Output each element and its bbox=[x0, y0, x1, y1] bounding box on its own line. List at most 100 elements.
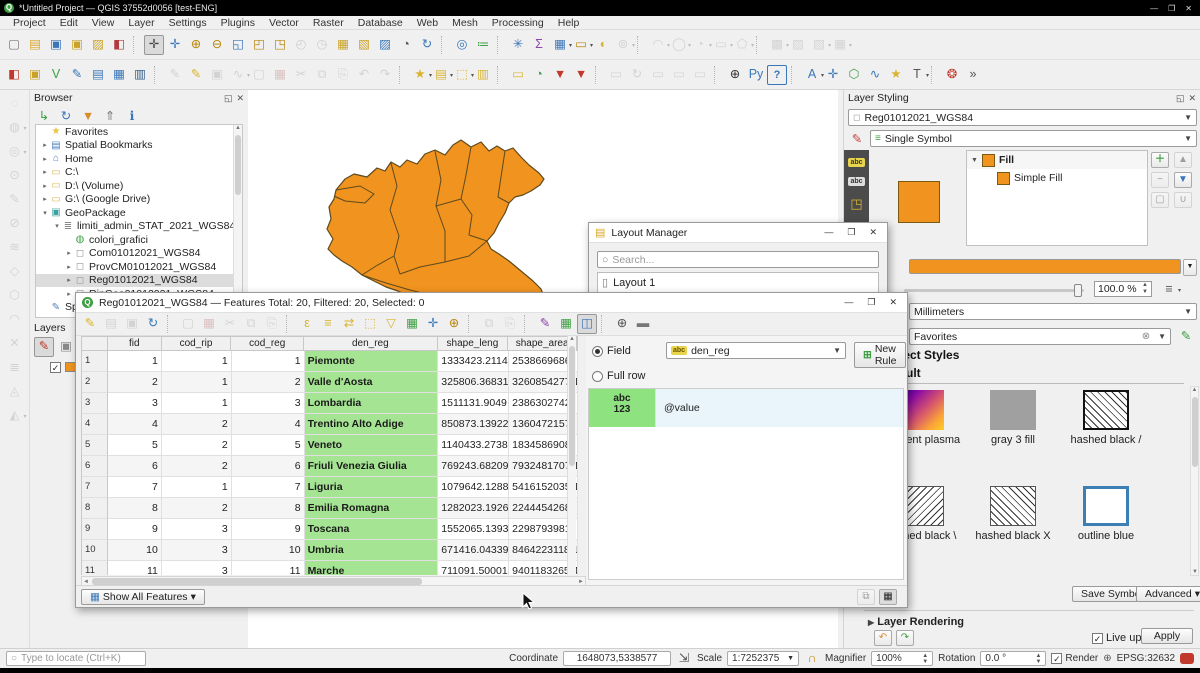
cell-shape_leng[interactable]: 1140433.27385 bbox=[438, 435, 509, 456]
cell-shape_leng[interactable]: 711091.500015 bbox=[438, 561, 509, 575]
pin-labels-icon[interactable]: ▼ bbox=[550, 65, 570, 85]
style-item-outline-blue[interactable]: outline blue bbox=[1060, 486, 1152, 542]
cell-shape_leng[interactable]: 1333423.21141 bbox=[438, 351, 509, 372]
lock-scale-icon[interactable]: ∩ bbox=[804, 651, 820, 667]
row-number[interactable]: 3 bbox=[82, 393, 108, 414]
coordinate-box[interactable]: 1648073,5338577 bbox=[563, 651, 671, 666]
panel-close-icon[interactable]: ✕ bbox=[1188, 93, 1196, 104]
show-statistics-icon[interactable]: Σ bbox=[529, 35, 549, 55]
browser-item-c-[interactable]: ▸▭C:\ bbox=[36, 166, 242, 180]
cell-cod_rip[interactable]: 3 bbox=[162, 519, 232, 540]
zoom-to-layer-icon[interactable]: ◳ bbox=[270, 35, 290, 55]
row-number[interactable]: 9 bbox=[82, 519, 108, 540]
remove-symbol-layer-button[interactable]: − bbox=[1151, 172, 1169, 188]
cell-cod_reg[interactable]: 5 bbox=[232, 435, 305, 456]
attr-actions-icon[interactable]: ⊕ bbox=[612, 314, 632, 334]
field-calculator-icon[interactable]: ✎ bbox=[535, 314, 555, 334]
table-row[interactable]: 1111Piemonte1333423.2114125386696869 bbox=[82, 351, 578, 372]
extents-icon[interactable]: ⇲ bbox=[676, 651, 692, 667]
cell-cod_reg[interactable]: 4 bbox=[232, 414, 305, 435]
menu-edit[interactable]: Edit bbox=[53, 17, 85, 29]
cell-den_reg[interactable]: Friuli Venezia Giulia bbox=[305, 456, 439, 477]
zoom-to-selected-icon[interactable]: ⊕ bbox=[444, 314, 464, 334]
table-row[interactable]: 3313Lombardia1511131.904923863027424 bbox=[82, 393, 578, 414]
new-virtual-layer-icon[interactable]: ▦ bbox=[109, 65, 129, 85]
select-by-value-icon[interactable]: ▤▾ bbox=[431, 65, 451, 85]
new-print-layout-icon[interactable]: ▨ bbox=[88, 35, 108, 55]
field-combo[interactable]: abc den_reg ▼ bbox=[666, 342, 846, 359]
new-spatial-bookmark-icon[interactable]: ▦ bbox=[333, 35, 353, 55]
minimize-icon[interactable]: — bbox=[844, 297, 853, 308]
layer-diagram-icon[interactable]: ◔ bbox=[529, 65, 549, 85]
cell-cod_rip[interactable]: 3 bbox=[162, 540, 232, 561]
row-number[interactable]: 4 bbox=[82, 414, 108, 435]
browser-item-colori-grafici[interactable]: ◍colori_grafici bbox=[36, 233, 242, 247]
attr-toggle-editing-icon[interactable]: ✎ bbox=[80, 314, 100, 334]
table-row[interactable]: 4424Trentino Alto Adige850873.1392291360… bbox=[82, 414, 578, 435]
menu-view[interactable]: View bbox=[85, 17, 122, 29]
browser-item-limiti-admin-stat-2021-wgs84-gpkg[interactable]: ▾≣limiti_admin_STAT_2021_WGS84.gpkg bbox=[36, 220, 242, 234]
lock-colors-button[interactable]: ∪ bbox=[1174, 192, 1192, 208]
magnifier-spinbox[interactable]: 100%▲▼ bbox=[871, 651, 933, 666]
table-row[interactable]: 6626Friuli Venezia Giulia769243.68209779… bbox=[82, 456, 578, 477]
new-geojson-layer-icon[interactable]: ✎ bbox=[67, 65, 87, 85]
move-selection-to-top-icon[interactable]: ▦ bbox=[402, 314, 422, 334]
zoom-full-extent-icon[interactable]: ◱ bbox=[228, 35, 248, 55]
close-icon[interactable]: ✕ bbox=[1185, 4, 1192, 13]
field-radio[interactable]: Field bbox=[592, 345, 631, 357]
duplicate-symbol-layer-button[interactable]: ▢ bbox=[1151, 192, 1169, 208]
render-checkbox[interactable]: ✓Render bbox=[1051, 653, 1098, 664]
invert-selection-icon[interactable]: ⇄ bbox=[339, 314, 359, 334]
3d-view-tab-icon[interactable]: ◳ bbox=[850, 196, 862, 212]
row-number[interactable]: 5 bbox=[82, 435, 108, 456]
zoom-out-icon[interactable]: ⊖ bbox=[207, 35, 227, 55]
cell-shape_leng[interactable]: 1282023.19266 bbox=[438, 498, 509, 519]
deselect-all-icon[interactable]: ⬚ bbox=[360, 314, 380, 334]
row-number[interactable]: 11 bbox=[82, 561, 108, 575]
unit-combo[interactable]: Millimeters ▼ bbox=[909, 303, 1197, 320]
menu-mesh[interactable]: Mesh bbox=[445, 17, 485, 29]
cell-cod_rip[interactable]: 2 bbox=[162, 435, 232, 456]
cell-cod_rip[interactable]: 1 bbox=[162, 372, 232, 393]
move-down-button[interactable]: ▼ bbox=[1174, 172, 1192, 188]
cell-den_reg[interactable]: Emilia Romagna bbox=[305, 498, 439, 519]
menu-settings[interactable]: Settings bbox=[162, 17, 214, 29]
data-defined-override-icon[interactable]: ≡▾ bbox=[1159, 280, 1179, 300]
table-row[interactable]: 8828Emilia Romagna1282023.19266224445426… bbox=[82, 498, 578, 519]
zoom-in-icon[interactable]: ⊕ bbox=[186, 35, 206, 55]
cell-fid[interactable]: 8 bbox=[108, 498, 162, 519]
table-row[interactable]: 1010310Umbria671416.0433978464223118.1 bbox=[82, 540, 578, 561]
menu-plugins[interactable]: Plugins bbox=[214, 17, 262, 29]
minimize-icon[interactable]: — bbox=[824, 227, 833, 238]
add-group-icon[interactable]: ▣ bbox=[56, 337, 76, 357]
cell-cod_reg[interactable]: 3 bbox=[232, 393, 305, 414]
opacity-spinbox[interactable]: 100.0 % ▲▼ bbox=[1094, 281, 1152, 297]
select-by-form-icon[interactable]: ▥ bbox=[473, 65, 493, 85]
browser-item-favorites[interactable]: ★Favorites bbox=[36, 125, 242, 139]
cell-fid[interactable]: 2 bbox=[108, 372, 162, 393]
expand-icon[interactable]: ▾ bbox=[52, 222, 62, 230]
marker-annotation-icon[interactable]: ★ bbox=[886, 65, 906, 85]
data-source-manager-icon[interactable]: ◧ bbox=[4, 65, 24, 85]
cell-fid[interactable]: 4 bbox=[108, 414, 162, 435]
text-format-icon[interactable]: A▾ bbox=[802, 65, 822, 85]
menu-project[interactable]: Project bbox=[6, 17, 53, 29]
opacity-slider-handle[interactable] bbox=[1074, 284, 1082, 297]
browser-item-d-volume-[interactable]: ▸▭D:\ (Volume) bbox=[36, 179, 242, 193]
style-manager-icon[interactable]: ✎ bbox=[1176, 327, 1196, 347]
menu-layer[interactable]: Layer bbox=[121, 17, 161, 29]
identify-features-icon[interactable]: ◎ bbox=[452, 35, 472, 55]
cell-fid[interactable]: 1 bbox=[108, 351, 162, 372]
styling-layer-combo[interactable]: ◻ Reg01012021_WGS84 ▼ bbox=[848, 109, 1197, 126]
cell-shape_leng[interactable]: 671416.043397 bbox=[438, 540, 509, 561]
cell-cod_reg[interactable]: 9 bbox=[232, 519, 305, 540]
layout-search-input[interactable]: ○ Search... bbox=[597, 251, 879, 268]
style-item-hashed-black-[interactable]: hashed black / bbox=[1060, 390, 1152, 446]
select-all-icon[interactable]: ≡ bbox=[318, 314, 338, 334]
redo-style-button[interactable]: ↷ bbox=[896, 630, 914, 646]
cell-cod_reg[interactable]: 8 bbox=[232, 498, 305, 519]
rotation-spinbox[interactable]: 0.0 °▲▼ bbox=[980, 651, 1046, 666]
symbol-tree-simplefill-row[interactable]: Simple Fill bbox=[967, 169, 1147, 187]
cell-cod_rip[interactable]: 3 bbox=[162, 561, 232, 575]
cell-cod_rip[interactable]: 2 bbox=[162, 498, 232, 519]
